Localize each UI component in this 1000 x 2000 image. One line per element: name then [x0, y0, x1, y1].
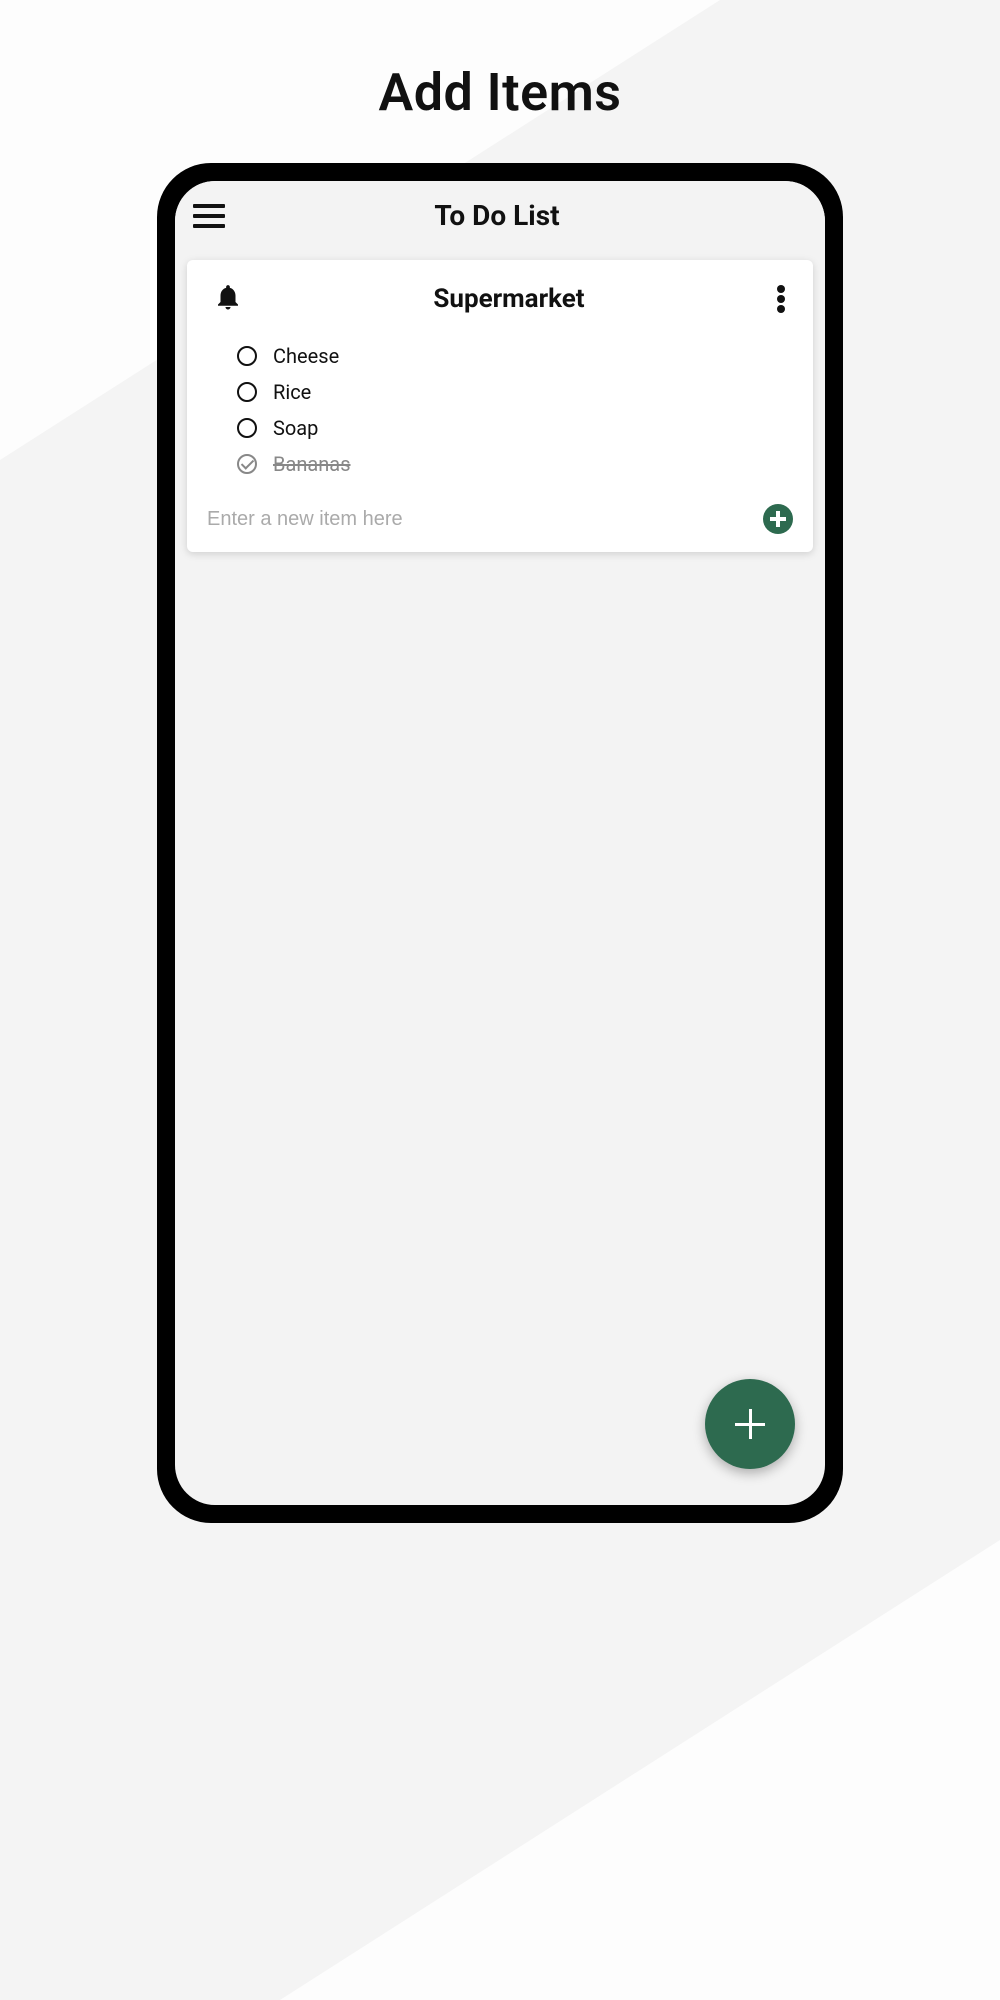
item-list: Cheese Rice Soap Bananas — [205, 338, 795, 482]
add-item-button[interactable] — [763, 504, 793, 534]
radio-icon[interactable] — [237, 346, 257, 366]
more-icon[interactable] — [775, 285, 787, 313]
radio-icon[interactable] — [237, 418, 257, 438]
item-label: Bananas — [273, 452, 351, 476]
app-title: To Do List — [225, 199, 769, 232]
list-item[interactable]: Bananas — [237, 446, 763, 482]
item-label: Rice — [273, 380, 311, 404]
phone-screen: To Do List Supermarket Cheese — [175, 181, 825, 1505]
phone-frame: To Do List Supermarket Cheese — [157, 163, 843, 1523]
list-card: Supermarket Cheese Rice Soap — [187, 260, 813, 552]
list-item[interactable]: Cheese — [237, 338, 763, 374]
item-label: Soap — [273, 416, 318, 440]
app-header: To Do List — [175, 181, 825, 250]
add-item-row — [205, 504, 795, 534]
item-label: Cheese — [273, 344, 339, 368]
radio-icon[interactable] — [237, 382, 257, 402]
fab-add-button[interactable] — [705, 1379, 795, 1469]
card-title: Supermarket — [243, 284, 775, 314]
list-item[interactable]: Soap — [237, 410, 763, 446]
check-icon[interactable] — [237, 454, 257, 474]
menu-icon[interactable] — [193, 204, 225, 228]
add-item-input[interactable] — [207, 508, 753, 531]
page-title: Add Items — [0, 0, 1000, 123]
bell-icon[interactable] — [213, 282, 243, 316]
card-header: Supermarket — [205, 282, 795, 316]
list-item[interactable]: Rice — [237, 374, 763, 410]
